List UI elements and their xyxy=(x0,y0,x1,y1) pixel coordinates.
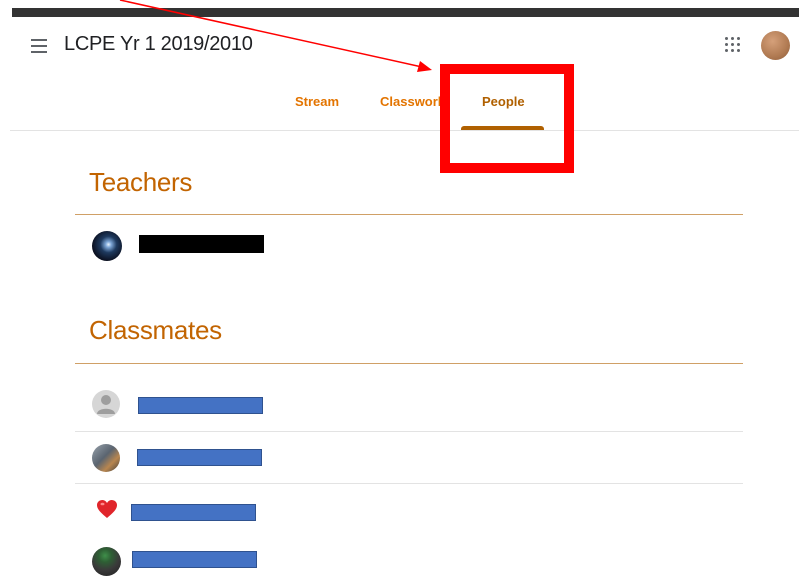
tab-classwork[interactable]: Classwork xyxy=(380,94,445,109)
redacted-classmate-name xyxy=(132,551,257,568)
redacted-classmate-name xyxy=(137,449,262,466)
top-dark-strip xyxy=(12,8,799,17)
annotation-highlight-box xyxy=(440,64,574,173)
account-avatar[interactable] xyxy=(761,31,790,60)
row-divider xyxy=(75,483,743,484)
classmate-row[interactable] xyxy=(75,543,743,576)
redacted-teacher-name xyxy=(139,235,264,253)
person-icon xyxy=(92,390,120,418)
teachers-heading: Teachers xyxy=(89,167,193,197)
classmate-row[interactable] xyxy=(75,492,743,532)
google-classroom-people-page: LCPE Yr 1 2019/2010 Stream Classwork Peo… xyxy=(0,0,799,576)
heart-icon xyxy=(96,499,118,519)
menu-icon[interactable] xyxy=(30,38,48,54)
annotation-arrow xyxy=(119,0,432,72)
classmate-row[interactable] xyxy=(75,387,743,427)
teacher-row[interactable] xyxy=(75,226,743,266)
redacted-classmate-name xyxy=(131,504,256,521)
classmates-heading: Classmates xyxy=(89,315,222,345)
tab-stream[interactable]: Stream xyxy=(295,94,339,109)
classmates-divider xyxy=(75,363,743,364)
redacted-classmate-name xyxy=(138,397,263,414)
tabs-divider xyxy=(10,130,799,131)
apps-grid-icon[interactable] xyxy=(724,36,742,54)
teacher-avatar xyxy=(92,231,122,261)
class-title[interactable]: LCPE Yr 1 2019/2010 xyxy=(64,33,253,56)
classmate-row[interactable] xyxy=(75,440,743,480)
classmate-avatar xyxy=(92,547,121,576)
classmate-avatar xyxy=(92,444,120,472)
row-divider xyxy=(75,431,743,432)
teachers-divider xyxy=(75,214,743,215)
